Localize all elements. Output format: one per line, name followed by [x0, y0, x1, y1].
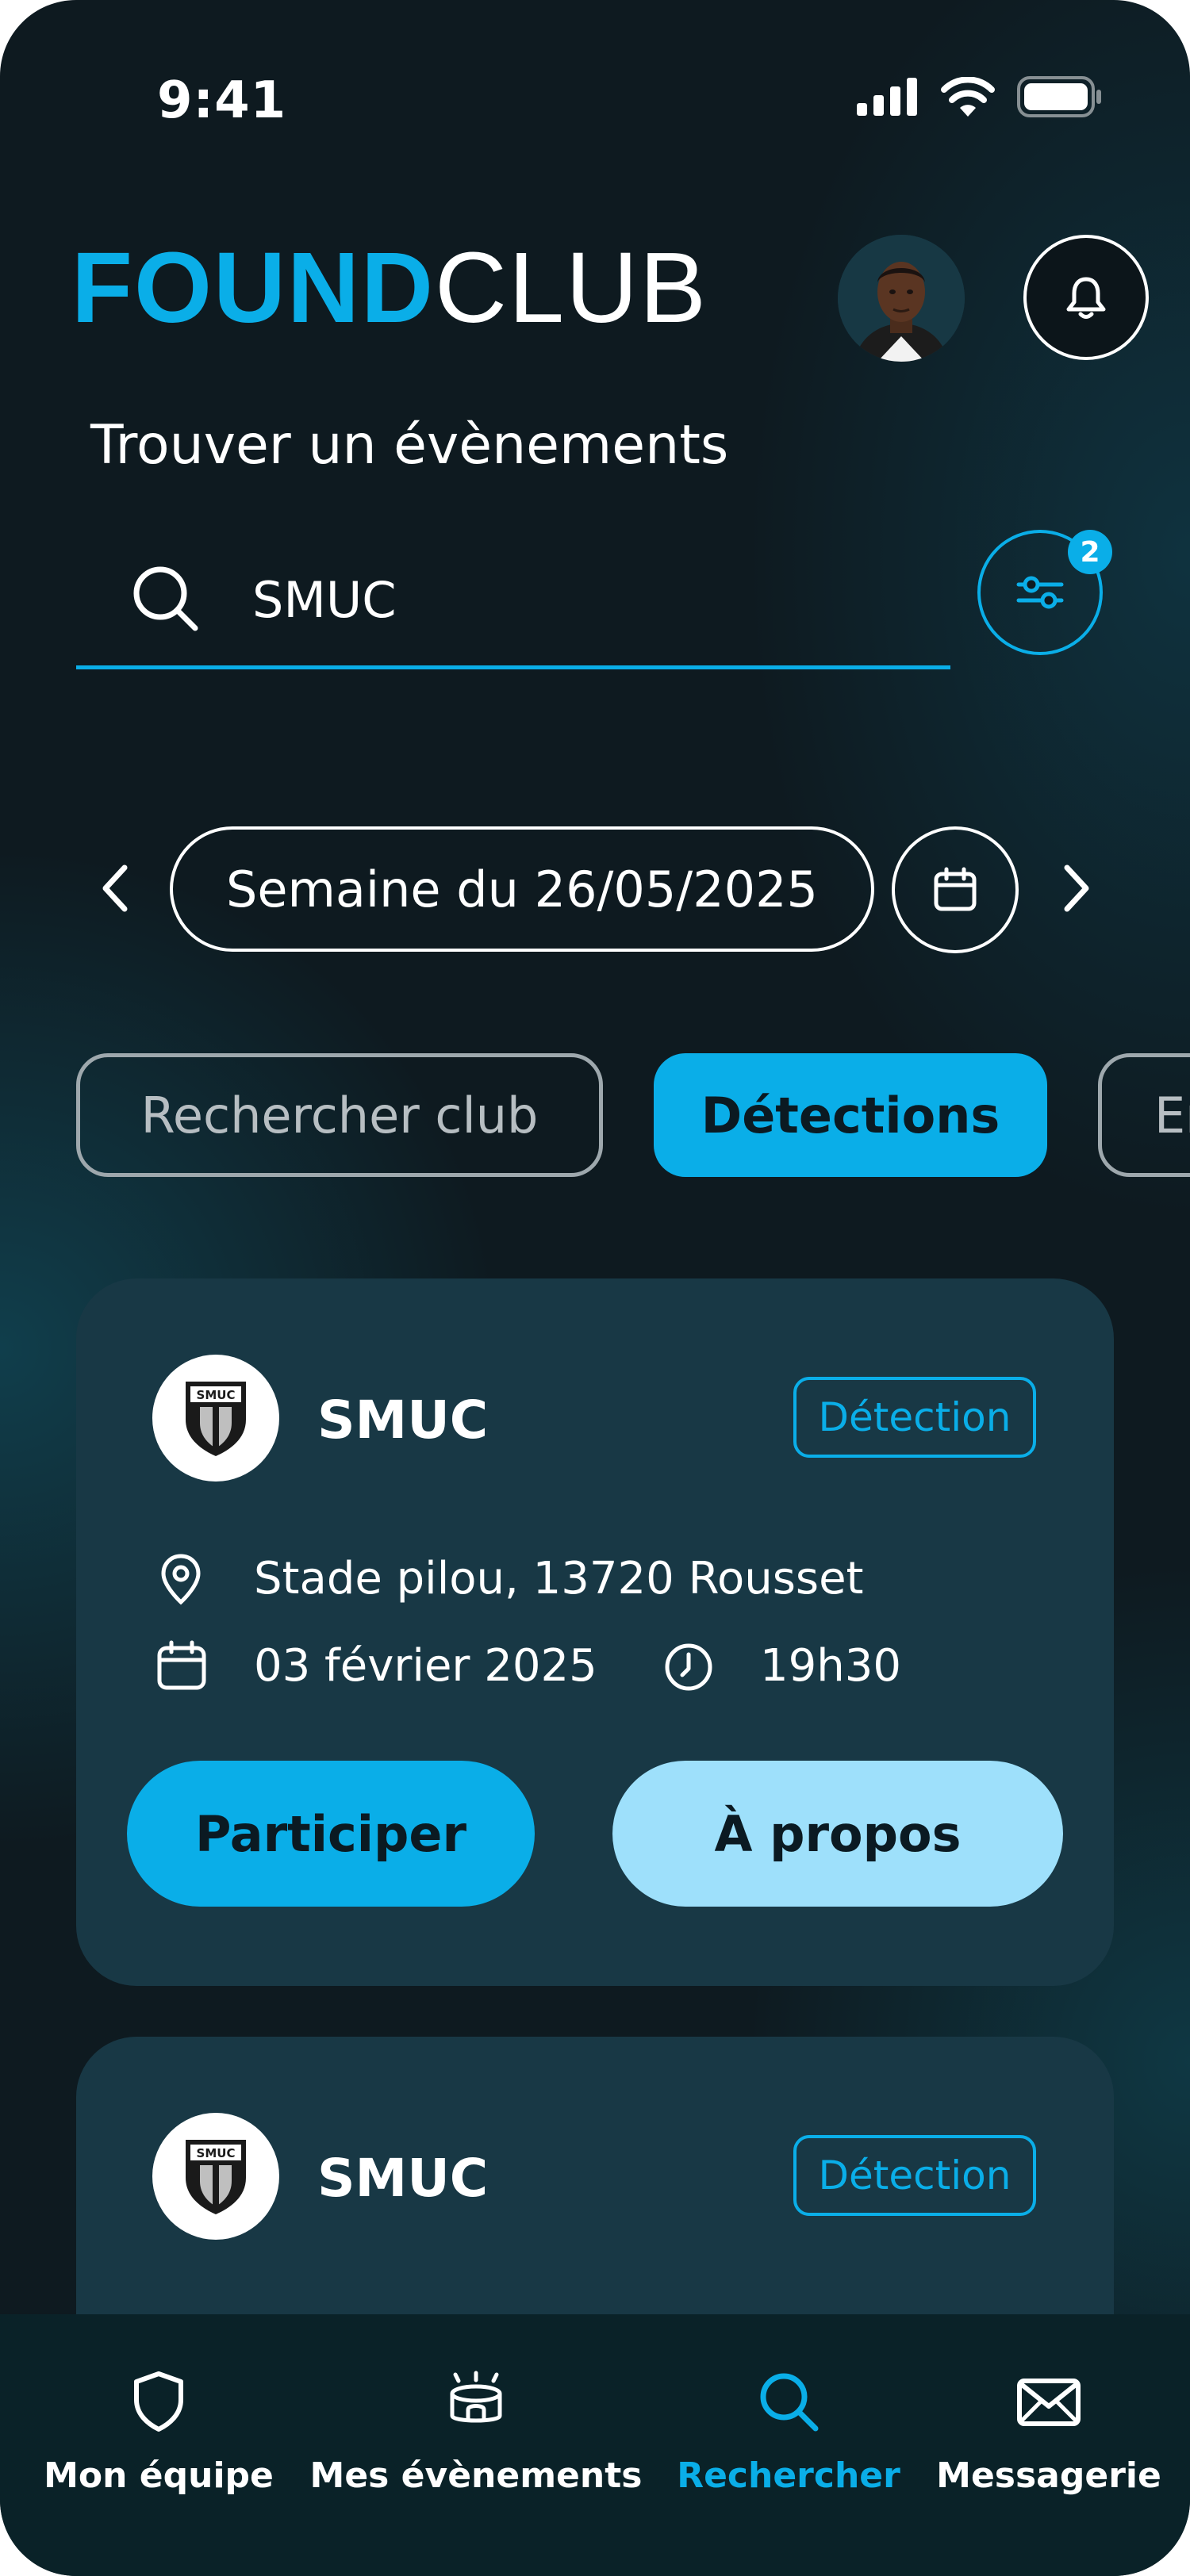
club-logo: SMUC: [152, 2113, 279, 2240]
chevron-left-icon: [102, 864, 128, 912]
participate-button[interactable]: Participer: [127, 1761, 535, 1907]
status-time: 9:41: [157, 71, 287, 130]
club-name: SMUC: [317, 1390, 489, 1451]
chip-events[interactable]: En: [1098, 1053, 1190, 1177]
event-location: Stade pilou, 13720 Rousset: [254, 1553, 864, 1604]
week-selector[interactable]: Semaine du 26/05/2025: [170, 826, 874, 952]
previous-week-button[interactable]: [87, 857, 143, 920]
calendar-button[interactable]: [892, 826, 1019, 953]
next-week-button[interactable]: [1049, 857, 1104, 920]
avatar-portrait: [838, 235, 965, 362]
shield-icon: [134, 2371, 183, 2432]
bottom-navigation: Mon équipe Mes évènements Rechercher Mes…: [0, 2314, 1190, 2576]
chevron-right-icon: [1064, 864, 1089, 912]
search-icon: [133, 566, 198, 631]
clock-icon: [665, 1643, 712, 1691]
search-input[interactable]: [252, 560, 903, 639]
club-name: SMUC: [317, 2148, 489, 2209]
nav-messages[interactable]: Messagerie: [906, 2370, 1190, 2496]
club-logo: SMUC: [152, 1355, 279, 1482]
logo-part-club: CLUB: [434, 232, 708, 343]
about-button[interactable]: À propos: [612, 1761, 1063, 1907]
search-bar[interactable]: [76, 536, 950, 669]
nav-my-events[interactable]: Mes évènements: [310, 2370, 642, 2496]
club-crest-text: SMUC: [197, 2146, 236, 2160]
event-time: 19h30: [760, 1640, 902, 1692]
app-screen: 9:41 FOUNDCLUB Trouver un évènements SMU…: [0, 0, 1190, 2576]
battery-icon: [1017, 76, 1101, 117]
status-icons: [857, 76, 1103, 117]
page-title: Trouver un évènements: [90, 414, 729, 477]
event-type-badge: Détection: [793, 1377, 1036, 1458]
event-type-badge: Détection: [793, 2135, 1036, 2216]
avatar[interactable]: [838, 235, 965, 362]
club-crest-icon: SMUC: [186, 1382, 246, 1456]
calendar-icon: [157, 1640, 206, 1690]
chip-search-club[interactable]: Rechercher club: [76, 1053, 603, 1177]
event-date: 03 février 2025: [254, 1640, 597, 1692]
nav-label: Rechercher: [677, 2455, 900, 2496]
nav-label: Mon équipe: [44, 2455, 274, 2496]
signal-icon: [857, 78, 917, 116]
club-crest-text: SMUC: [197, 1388, 236, 1402]
location-pin-icon: [161, 1554, 201, 1605]
notifications-button[interactable]: [1023, 235, 1149, 360]
logo-part-found: FOUND: [71, 232, 435, 343]
club-crest-icon: SMUC: [186, 2140, 246, 2214]
nav-label: Mes évènements: [309, 2455, 643, 2496]
bell-icon: [1066, 277, 1106, 319]
nav-my-team[interactable]: Mon équipe: [16, 2370, 301, 2496]
nav-search[interactable]: Rechercher: [646, 2370, 931, 2496]
stadium-icon: [450, 2371, 502, 2423]
mail-icon: [1017, 2379, 1081, 2426]
wifi-icon: [941, 77, 995, 117]
app-logo: FOUNDCLUB: [71, 238, 708, 338]
chip-detections[interactable]: Détections: [654, 1053, 1047, 1177]
calendar-icon: [934, 867, 977, 911]
sliders-icon: [1016, 576, 1064, 609]
search-icon: [760, 2373, 819, 2432]
event-card[interactable]: SMUC SMUC Détection Stade pilou, 13720 R…: [76, 1278, 1114, 1986]
filter-count-badge: 2: [1068, 530, 1112, 574]
nav-label: Messagerie: [936, 2455, 1161, 2496]
